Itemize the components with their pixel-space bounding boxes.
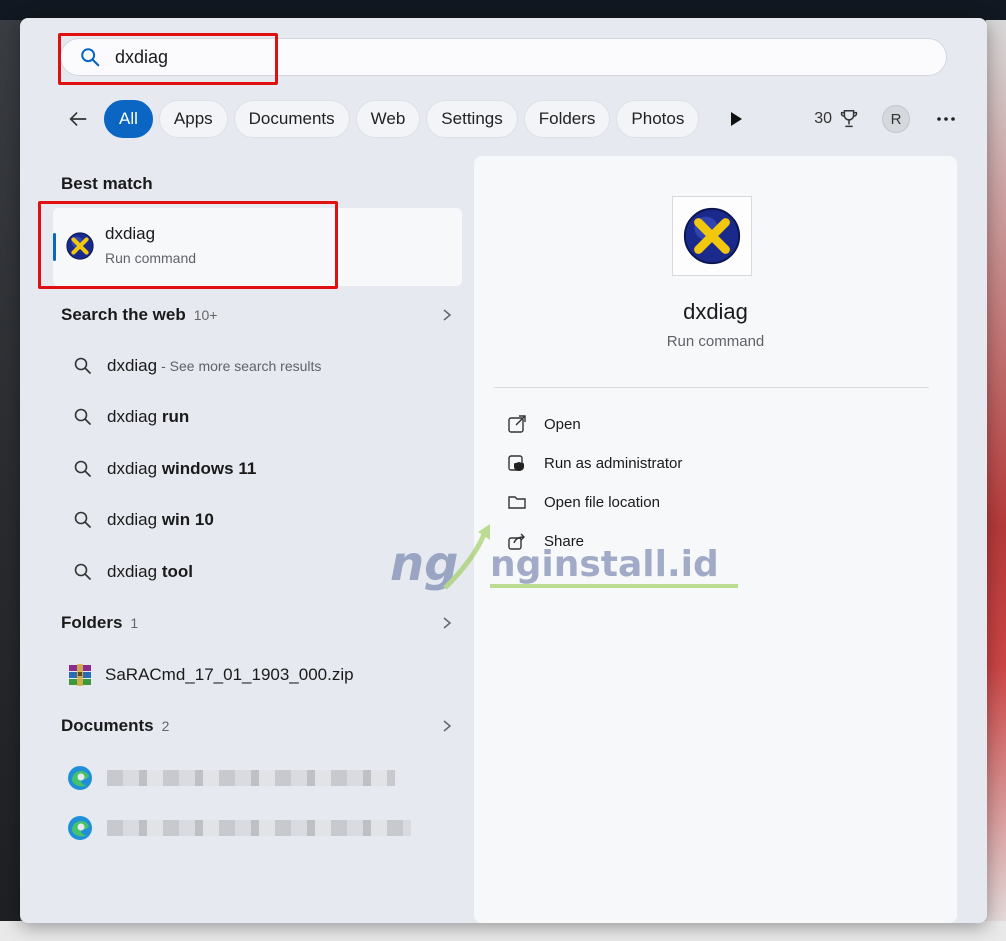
suggestion-text: dxdiag bbox=[107, 407, 162, 426]
tab-web[interactable]: Web bbox=[355, 100, 421, 138]
highlight-box bbox=[38, 201, 338, 289]
preview-title: dxdiag bbox=[683, 299, 748, 324]
start-search-panel: All Apps Documents Web Settings Folders … bbox=[20, 18, 987, 923]
suggestion-text: dxdiag bbox=[107, 510, 162, 529]
points-value: 30 bbox=[814, 110, 832, 127]
rewards-points[interactable]: 30 bbox=[814, 100, 860, 138]
suggestion-bold: win 10 bbox=[161, 510, 214, 529]
play-icon bbox=[731, 112, 743, 126]
background-strip bbox=[986, 20, 1006, 941]
web-suggestion[interactable]: dxdiag - See more search results bbox=[53, 346, 462, 386]
action-run-as-admin[interactable]: Run as administrator bbox=[507, 448, 927, 478]
folder-icon bbox=[508, 496, 526, 509]
document-result[interactable] bbox=[53, 758, 462, 798]
chevron-right-icon[interactable] bbox=[440, 719, 454, 733]
folders-heading: Folders 1 bbox=[61, 613, 138, 633]
action-open-file-location[interactable]: Open file location bbox=[507, 487, 927, 517]
suggestion-bold: tool bbox=[161, 562, 193, 581]
avatar[interactable]: R bbox=[882, 105, 910, 133]
more-filters-button[interactable] bbox=[719, 102, 753, 136]
search-icon bbox=[74, 460, 91, 477]
shield-admin-icon bbox=[508, 455, 524, 471]
suggestion-text: dxdiag bbox=[107, 356, 158, 375]
watermark-logo: ng nginstall.id bbox=[390, 518, 750, 608]
action-open[interactable]: Open bbox=[507, 409, 927, 439]
more-ellipsis-icon bbox=[937, 117, 955, 121]
search-icon bbox=[74, 357, 91, 374]
documents-heading: Documents 2 bbox=[61, 716, 169, 736]
zip-archive-icon bbox=[69, 664, 91, 686]
suggestion-bold: run bbox=[161, 407, 190, 426]
blurred-document-name bbox=[107, 770, 395, 786]
more-options-button[interactable] bbox=[932, 105, 960, 133]
background-strip bbox=[0, 921, 1006, 941]
background-strip bbox=[0, 20, 20, 941]
suggestion-text: dxdiag bbox=[107, 562, 162, 581]
suggestion-bold: windows 11 bbox=[161, 459, 257, 478]
search-icon bbox=[74, 511, 91, 528]
action-label: Open file location bbox=[544, 493, 660, 511]
back-button[interactable] bbox=[60, 101, 96, 137]
chevron-right-icon[interactable] bbox=[440, 308, 454, 322]
edge-icon bbox=[68, 766, 92, 790]
action-label: Run as administrator bbox=[544, 454, 683, 472]
suggestion-text: dxdiag bbox=[107, 459, 162, 478]
tab-folders[interactable]: Folders bbox=[523, 100, 611, 138]
arrow-left-icon bbox=[69, 111, 87, 127]
background-strip bbox=[0, 0, 1006, 20]
edge-icon bbox=[68, 816, 92, 840]
search-icon bbox=[74, 563, 91, 580]
tab-apps[interactable]: Apps bbox=[158, 100, 228, 138]
divider bbox=[494, 387, 929, 388]
tab-settings[interactable]: Settings bbox=[426, 100, 518, 138]
open-external-icon bbox=[508, 415, 526, 433]
preview-subtitle: Run command bbox=[666, 333, 765, 350]
tab-documents[interactable]: Documents bbox=[233, 100, 350, 138]
chevron-right-icon[interactable] bbox=[440, 616, 454, 630]
filter-bar: All Apps Documents Web Settings Folders … bbox=[60, 100, 960, 138]
tab-all[interactable]: All bbox=[104, 100, 153, 138]
folders-count: 1 bbox=[130, 615, 139, 631]
avatar-initial: R bbox=[890, 110, 902, 128]
folders-heading-label: Folders bbox=[61, 613, 123, 632]
documents-count: 2 bbox=[161, 718, 170, 734]
web-suggestion[interactable]: dxdiag windows 11 bbox=[53, 449, 462, 489]
action-label: Open bbox=[544, 415, 581, 433]
blurred-document-name bbox=[107, 820, 411, 836]
rewards-trophy-icon bbox=[840, 110, 858, 128]
tab-photos[interactable]: Photos bbox=[616, 100, 700, 138]
folder-result-label: SaRACmd_17_01_1903_000.zip bbox=[105, 665, 354, 684]
web-count: 10+ bbox=[193, 307, 218, 323]
search-icon bbox=[74, 408, 91, 425]
folder-result[interactable]: SaRACmd_17_01_1903_000.zip bbox=[53, 655, 462, 695]
preview-icon-frame bbox=[672, 196, 752, 276]
documents-heading-label: Documents bbox=[61, 716, 154, 735]
svg-text:nginstall.id: nginstall.id bbox=[490, 544, 719, 585]
highlight-box bbox=[58, 33, 278, 85]
directx-icon bbox=[683, 207, 741, 265]
document-result[interactable] bbox=[53, 808, 462, 848]
web-heading: Search the web 10+ bbox=[61, 305, 217, 325]
web-heading-label: Search the web bbox=[61, 305, 186, 324]
best-match-heading: Best match bbox=[61, 174, 153, 193]
web-suggestion[interactable]: dxdiag run bbox=[53, 397, 462, 437]
suggestion-more: - See more search results bbox=[161, 358, 322, 374]
